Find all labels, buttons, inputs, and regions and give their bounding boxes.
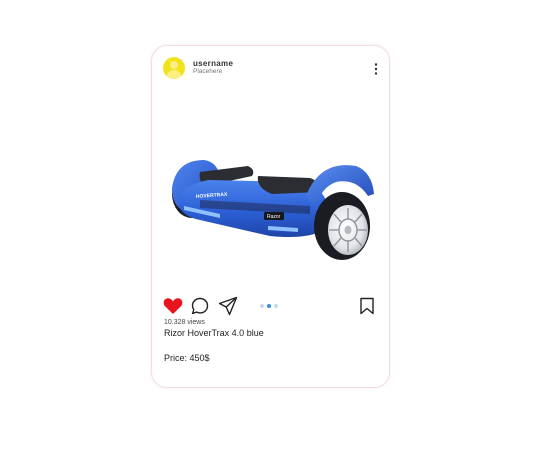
carousel-dot[interactable] (267, 304, 271, 308)
post-caption: Rizor HoverTrax 4.0 blue (164, 328, 264, 338)
view-count: 10.328 views (164, 319, 205, 326)
product-logo-text: Razor (267, 214, 281, 220)
avatar-body-shape (166, 70, 182, 79)
avatar[interactable] (163, 57, 185, 79)
send-icon[interactable] (218, 296, 238, 316)
location[interactable]: Placehere (193, 68, 222, 75)
carousel-dot[interactable] (274, 304, 278, 308)
avatar-head-shape (170, 61, 178, 69)
comment-icon[interactable] (191, 297, 209, 315)
bookmark-icon[interactable] (359, 297, 375, 315)
price-label: Price: 450$ (164, 353, 210, 363)
heart-icon[interactable] (163, 297, 183, 315)
post-card: username Placehere HOVERTRAX Razor 10.32… (151, 45, 390, 388)
post-actions (152, 296, 389, 320)
post-header: username Placehere (152, 46, 389, 92)
post-image[interactable]: HOVERTRAX Razor (160, 116, 382, 321)
page: username Placehere HOVERTRAX Razor 10.32… (0, 0, 540, 462)
username[interactable]: username (193, 59, 233, 68)
carousel-dot[interactable] (260, 304, 264, 308)
more-vertical-icon[interactable] (371, 62, 381, 76)
carousel-indicator (260, 304, 281, 309)
